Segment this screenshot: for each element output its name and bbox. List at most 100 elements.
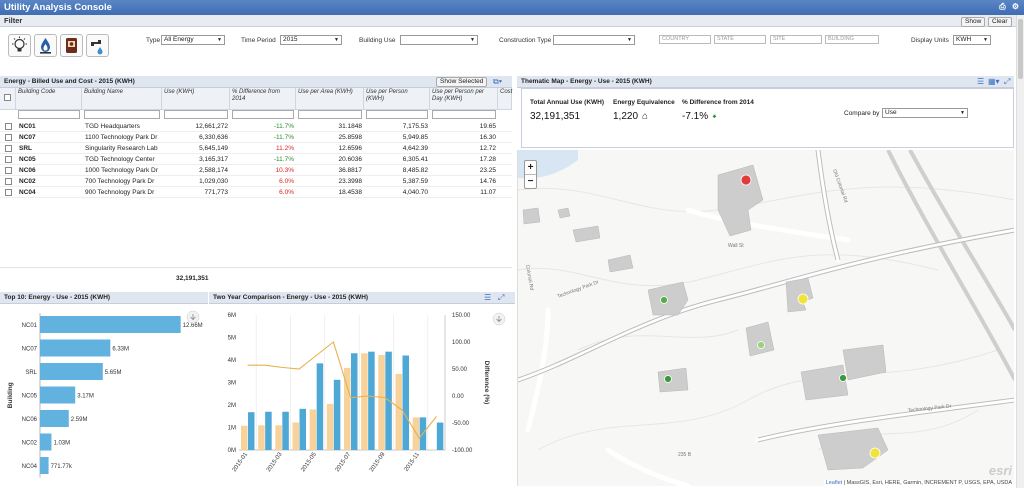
bar-SRL[interactable] xyxy=(40,363,103,380)
map-marker-NC07[interactable] xyxy=(797,293,809,305)
show-button[interactable]: Show xyxy=(961,17,986,27)
bar-2014-2015-03[interactable] xyxy=(275,425,282,450)
zoom-in-button[interactable]: + xyxy=(525,161,536,175)
bar-2014-2015-10[interactable] xyxy=(395,373,403,450)
electricity-icon[interactable] xyxy=(8,34,31,57)
filter-diff[interactable] xyxy=(232,110,294,119)
building-use-select[interactable]: ▼ xyxy=(400,35,478,45)
bar-2014-2015-02[interactable] xyxy=(258,425,265,450)
col-use-per-person-day[interactable]: Use per Person per Day (KWH) xyxy=(430,88,498,110)
download-icon[interactable] xyxy=(492,312,506,326)
list-icon[interactable]: ☰ xyxy=(484,293,491,302)
bar-2014-2015-06[interactable] xyxy=(326,403,334,450)
cell-diff: 10.3% xyxy=(275,167,294,174)
gear-icon[interactable]: ⚙ xyxy=(1011,2,1020,11)
print-icon[interactable]: ⎙ xyxy=(998,2,1007,11)
row-checkbox[interactable] xyxy=(5,178,12,185)
col-diff[interactable]: % Difference from 2014 xyxy=(230,88,296,110)
leaflet-link[interactable]: Leaflet xyxy=(826,480,843,486)
bar-2015-2015-03[interactable] xyxy=(282,411,289,450)
bar-2015-2015-06[interactable] xyxy=(333,379,341,450)
bar-2015-2015-12[interactable] xyxy=(436,422,444,450)
row-checkbox[interactable] xyxy=(5,167,12,174)
gas-icon[interactable] xyxy=(34,34,57,57)
bar-2014-2015-04[interactable] xyxy=(292,422,300,450)
filter-use-per-person-day[interactable] xyxy=(432,110,496,119)
col-building-code[interactable]: Building Code xyxy=(16,88,82,110)
col-building-name[interactable]: Building Name xyxy=(82,88,162,110)
table-row[interactable]: NC05 TGD Technology Center 3,165,317 -11.7%… xyxy=(0,154,512,165)
map-marker-SRL[interactable] xyxy=(660,296,668,304)
bar-NC02[interactable] xyxy=(40,433,52,451)
export-icon[interactable]: ⧉▾ xyxy=(493,77,502,87)
bar-2014-2015-01[interactable] xyxy=(241,425,248,450)
page-scrollbar[interactable] xyxy=(1016,15,1024,488)
scrollbar-thumb[interactable] xyxy=(1018,19,1023,79)
bar-2015-2015-07[interactable] xyxy=(351,353,358,450)
country-input[interactable]: COUNTRY xyxy=(659,35,711,44)
filter-use[interactable] xyxy=(164,110,228,119)
col-use[interactable]: Use (KWH) xyxy=(162,88,230,110)
map-marker-NC02[interactable] xyxy=(664,375,672,383)
map-marker-NC01[interactable] xyxy=(740,174,752,186)
table-row[interactable]: NC06 1000 Technology Park Dr 2,588,174 10.3… xyxy=(0,165,512,176)
row-checkbox[interactable] xyxy=(5,156,12,163)
table-row[interactable]: NC01 TGD Headquarters 12,661,272 -11.7% 31.1… xyxy=(0,121,512,132)
filter-use-per-area[interactable] xyxy=(298,110,362,119)
table-row[interactable]: NC07 1100 Technology Park Dr 6,330,636 -11.… xyxy=(0,132,512,143)
zoom-out-button[interactable]: − xyxy=(525,175,536,189)
bar-2015-2015-04[interactable] xyxy=(299,408,307,450)
map-marker-NC04[interactable] xyxy=(869,447,881,459)
bar-2015-2015-08[interactable] xyxy=(368,351,375,450)
water-icon[interactable] xyxy=(86,34,109,57)
bar-NC04[interactable] xyxy=(40,457,49,474)
units-select[interactable]: KWH ▼ xyxy=(953,35,991,45)
filter-building-name[interactable] xyxy=(84,110,160,119)
bar-NC01[interactable] xyxy=(40,316,181,333)
row-checkbox[interactable] xyxy=(5,123,12,130)
building-input[interactable]: BUILDING xyxy=(825,35,879,44)
map-marker-NC06[interactable] xyxy=(839,374,847,382)
bar-2015-2015-10[interactable] xyxy=(402,355,410,451)
show-selected-button[interactable]: Show Selected xyxy=(436,77,488,87)
select-all-header xyxy=(0,88,16,110)
clear-button[interactable]: Clear xyxy=(988,17,1012,27)
state-input[interactable]: STATE xyxy=(714,35,766,44)
list-icon[interactable]: ☰ xyxy=(977,77,984,86)
row-checkbox[interactable] xyxy=(5,145,12,152)
table-row[interactable]: NC02 700 Technology Park Dr 1,029,030 6.0% 2… xyxy=(0,176,512,187)
bar-2014-2015-08[interactable] xyxy=(361,353,368,450)
y-tick-label: 0M xyxy=(228,448,236,454)
type-select[interactable]: All Energy ▼ xyxy=(161,35,225,45)
select-all-checkbox[interactable] xyxy=(4,94,11,101)
bar-NC07[interactable] xyxy=(40,339,111,357)
map-marker-NC05[interactable] xyxy=(757,341,765,349)
row-checkbox[interactable] xyxy=(5,134,12,141)
table-row[interactable]: SRL Singularity Research Lab 5,645,149 11.2… xyxy=(0,143,512,154)
download-icon[interactable] xyxy=(186,310,200,324)
map-view[interactable]: Old Colonial Rd Wall St Technology Park … xyxy=(517,150,1014,486)
row-checkbox[interactable] xyxy=(5,189,12,196)
bar-2014-2015-05[interactable] xyxy=(309,409,317,451)
period-select[interactable]: 2015 ▼ xyxy=(280,35,342,45)
col-use-per-area[interactable]: Use per Area (KWH) xyxy=(296,88,364,110)
expand-icon[interactable]: ⤢ xyxy=(1004,77,1010,87)
bar-2015-2015-02[interactable] xyxy=(265,411,272,450)
bar-2014-2015-09[interactable] xyxy=(378,355,385,450)
fuel-oil-icon[interactable] xyxy=(60,34,83,57)
cell-person: 7,175.53 xyxy=(402,123,428,130)
layers-icon[interactable]: ▦▾ xyxy=(988,77,1000,86)
site-input[interactable]: SITE xyxy=(770,35,822,44)
compare-select[interactable]: Use ▼ xyxy=(882,108,968,118)
filter-use-per-person[interactable] xyxy=(366,110,428,119)
filter-building-code[interactable] xyxy=(18,110,80,119)
bar-NC06[interactable] xyxy=(40,410,69,427)
col-cost[interactable]: Cost xyxy=(498,88,512,110)
bar-2015-2015-01[interactable] xyxy=(248,412,255,450)
col-use-per-person[interactable]: Use per Person (KWH) xyxy=(364,88,430,110)
bar-2015-2015-05[interactable] xyxy=(316,363,324,450)
table-row[interactable]: NC04 900 Technology Park Dr 771,773 6.0% 18.… xyxy=(0,187,512,198)
expand-icon[interactable]: ⤢ xyxy=(498,293,504,303)
construction-select[interactable]: ▼ xyxy=(553,35,635,45)
bar-NC05[interactable] xyxy=(40,386,76,404)
